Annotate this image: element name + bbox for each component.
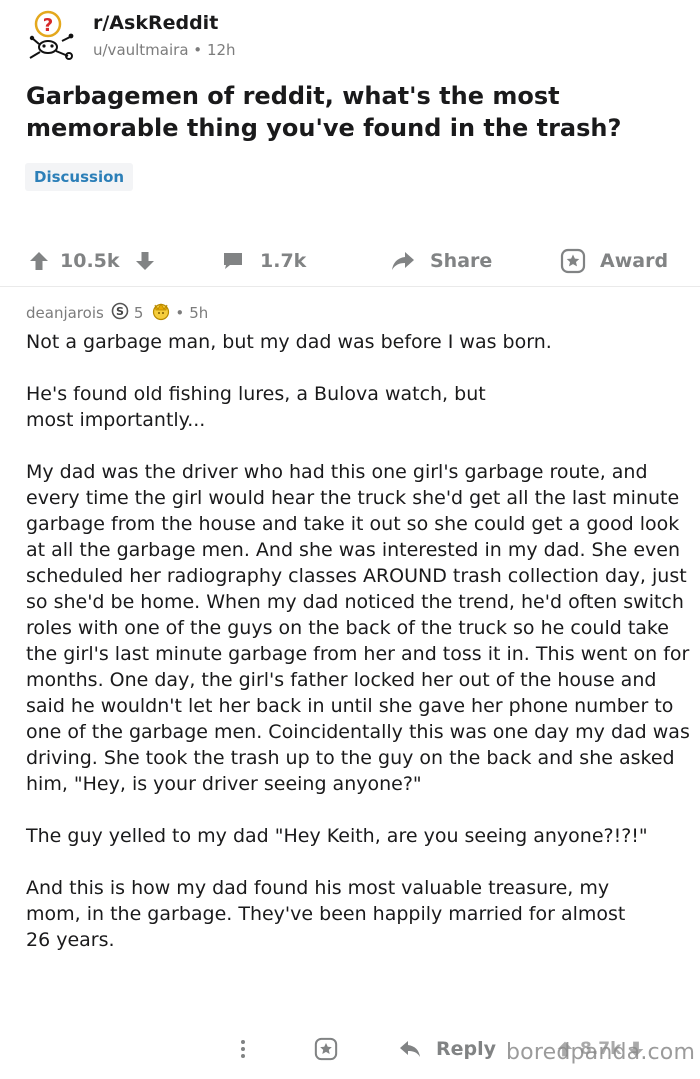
meta-separator: • xyxy=(175,304,185,322)
comment-paragraph: My dad was the driver who had this one g… xyxy=(26,461,690,795)
askreddit-snoo-icon[interactable]: ? xyxy=(26,10,78,62)
svg-text:?: ? xyxy=(43,15,53,36)
reply-button[interactable]: Reply xyxy=(398,1028,496,1070)
comment-bubble-icon xyxy=(222,251,244,271)
more-vertical-dots-icon[interactable] xyxy=(238,1038,248,1060)
award-star-icon xyxy=(560,248,586,274)
comment-award-button[interactable] xyxy=(314,1028,338,1070)
award-button[interactable]: Award xyxy=(560,240,668,282)
gold-crown-badge-icon xyxy=(151,301,171,325)
subreddit-name[interactable]: r/AskReddit xyxy=(93,12,218,34)
upvote-button[interactable] xyxy=(28,240,50,282)
upvote-arrow-icon[interactable] xyxy=(28,250,50,272)
comment-paragraph: Not a garbage man, but my dad was before… xyxy=(26,331,552,353)
comment-count: 1.7k xyxy=(260,250,307,272)
downvote-button[interactable] xyxy=(134,240,156,282)
svg-text:S: S xyxy=(116,305,124,318)
comment-age: 5h xyxy=(189,304,209,322)
share-label: Share xyxy=(430,250,493,272)
comment-meta: deanjarois S 5 • 5h xyxy=(26,302,208,324)
reply-arrow-icon xyxy=(398,1039,422,1059)
share-arrow-icon xyxy=(390,250,416,272)
upvote-count: 10.5k xyxy=(60,250,120,272)
comment-paragraph: And this is how my dad found his most va… xyxy=(26,877,626,951)
boredpanda-watermark: boredpanda.com xyxy=(506,1040,696,1065)
share-button[interactable]: Share xyxy=(390,240,492,282)
post-age: 12h xyxy=(206,41,236,59)
downvote-arrow-icon[interactable] xyxy=(134,250,156,272)
comment-body: Not a garbage man, but my dad was before… xyxy=(26,329,694,953)
post-action-bar: 10.5k 1.7k Share Award xyxy=(0,240,700,282)
comment-paragraph: The guy yelled to my dad "Hey Keith, are… xyxy=(26,825,648,847)
post-title[interactable]: Garbagemen of reddit, what's the most me… xyxy=(26,80,676,144)
award-star-icon[interactable] xyxy=(314,1037,338,1061)
post-meta: u/vaultmaira • 12h xyxy=(93,41,236,59)
comment-author[interactable]: deanjarois xyxy=(26,304,104,322)
post-header: ? r/AskReddit u/vaultmaira • 12h xyxy=(26,10,666,62)
award-label: Award xyxy=(600,250,669,272)
meta-separator: • xyxy=(193,41,203,59)
post-comment-divider xyxy=(0,286,700,287)
post-flair[interactable]: Discussion xyxy=(25,163,134,191)
post-author[interactable]: u/vaultmaira xyxy=(93,41,189,59)
more-options-button[interactable] xyxy=(238,1028,248,1070)
silver-s-badge-icon: S xyxy=(111,302,129,324)
reply-label: Reply xyxy=(436,1038,497,1060)
comment-paragraph: He's found old fishing lures, a Bulova w… xyxy=(26,383,486,431)
badge-count: 5 xyxy=(133,304,144,322)
comments-button[interactable]: 1.7k xyxy=(222,240,306,282)
